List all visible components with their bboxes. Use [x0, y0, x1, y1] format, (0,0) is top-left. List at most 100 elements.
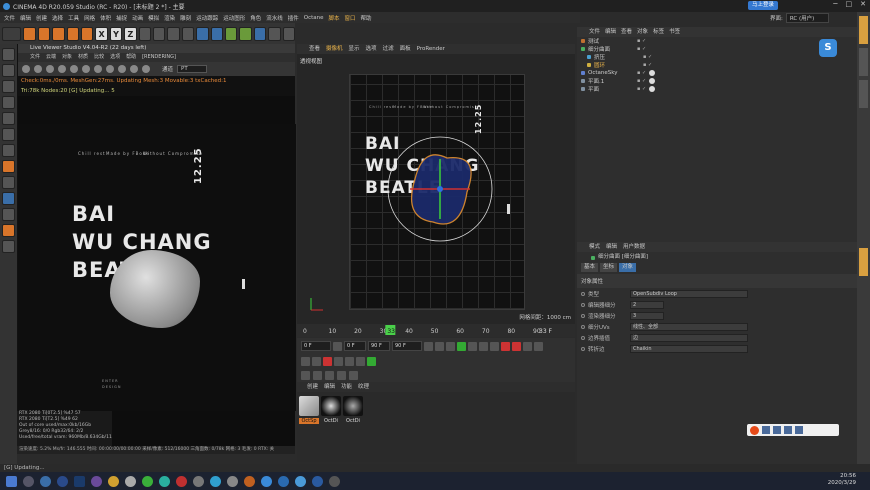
app-icon[interactable]	[261, 475, 272, 487]
object-name[interactable]: 测试	[588, 37, 628, 45]
quantize-icon[interactable]	[2, 224, 15, 237]
z-axis-button[interactable]: Z	[124, 26, 137, 41]
light-icon[interactable]	[282, 26, 296, 41]
menu-item[interactable]: 脚本	[329, 14, 340, 22]
live-viewer-menu-item[interactable]: 比较	[94, 53, 104, 62]
keyframe-selection-icon[interactable]	[523, 341, 532, 351]
menu-item[interactable]: 运动跟踪	[196, 14, 218, 22]
app-icon[interactable]	[40, 475, 51, 487]
attribute-subtab[interactable]: 基本	[581, 263, 599, 272]
object-menu-item[interactable]: 对象	[637, 27, 648, 37]
menu-item[interactable]: 动画	[132, 14, 143, 22]
live-viewer-menu-item[interactable]: [RENDERING]	[142, 53, 176, 62]
viewport-menu-item[interactable]: 面板	[400, 44, 411, 54]
app-icon[interactable]	[57, 475, 68, 487]
object-menu-item[interactable]: 标签	[653, 27, 664, 37]
attribute-value[interactable]: 线性、全部	[630, 322, 748, 331]
menu-item[interactable]: 创建	[36, 14, 47, 22]
polygons-mode-icon[interactable]	[2, 144, 15, 157]
attribute-radio-icon[interactable]	[581, 302, 585, 307]
visibility-toggles-icon[interactable]: ▪ ✓	[637, 46, 646, 52]
workplane-icon[interactable]	[2, 96, 15, 109]
material-tool-5-icon[interactable]	[349, 370, 358, 380]
hdr-icon[interactable]	[130, 65, 138, 73]
key-position-icon[interactable]	[534, 341, 543, 351]
attribute-value[interactable]: 边	[630, 333, 748, 342]
move-tool-icon[interactable]	[37, 26, 51, 41]
z-axis-handle[interactable]	[437, 186, 443, 192]
viewport-menu-item[interactable]: 摄像机	[326, 44, 343, 54]
side-tab[interactable]	[859, 48, 868, 76]
autokey-icon[interactable]	[512, 341, 521, 351]
object-row[interactable]: 测试 ▪ ✓	[577, 37, 857, 45]
app-icon[interactable]	[278, 475, 289, 487]
app-icon[interactable]	[295, 475, 306, 487]
menu-item[interactable]: 工具	[68, 14, 79, 22]
deformer-icon[interactable]	[253, 26, 267, 41]
model-mode-icon[interactable]	[2, 64, 15, 77]
tweak-icon[interactable]	[2, 176, 15, 189]
attribute-value[interactable]: Chaikin	[630, 344, 748, 353]
viewport-menu-item[interactable]: ProRender	[417, 44, 445, 54]
attribute-menu-item[interactable]: 编辑	[606, 242, 617, 252]
next-frame-icon[interactable]	[468, 341, 477, 351]
object-name[interactable]: 平面	[588, 85, 628, 93]
attribute-menu-item[interactable]: 用户数据	[623, 242, 645, 252]
live-viewer-menu-item[interactable]: 选项	[110, 53, 120, 62]
material-tool-1-icon[interactable]	[301, 370, 310, 380]
app-icon[interactable]	[159, 475, 170, 487]
menu-item[interactable]: 运动图形	[223, 14, 245, 22]
object-name[interactable]: OctaneSky	[588, 70, 628, 76]
attribute-value[interactable]: OpenSubdiv Loop	[630, 289, 748, 298]
object-row[interactable]: 平面 ▪ ✓	[577, 85, 857, 93]
ime-toolbar[interactable]	[747, 424, 839, 436]
ime-tool-icon[interactable]	[762, 426, 770, 434]
object-row[interactable]: 细分曲面 ▪ ✓	[577, 45, 857, 53]
grid-icon[interactable]	[2, 240, 15, 253]
restart-icon[interactable]	[22, 65, 30, 73]
settings-icon[interactable]	[94, 65, 102, 73]
material-swatch-2[interactable]	[321, 396, 341, 416]
material-menu-item[interactable]: 编辑	[324, 382, 335, 392]
menu-item[interactable]: 体积	[100, 14, 111, 22]
region-icon[interactable]	[82, 65, 90, 73]
menu-item[interactable]: 模拟	[148, 14, 159, 22]
material-tool-3-icon[interactable]	[325, 370, 334, 380]
coord-system-icon[interactable]	[138, 26, 151, 41]
refresh-icon[interactable]	[34, 65, 42, 73]
start-frame-field[interactable]: 0 F	[301, 341, 331, 351]
next-key-icon[interactable]	[479, 341, 488, 351]
material-tool-4-icon[interactable]	[337, 370, 346, 380]
menu-item[interactable]: 窗口	[345, 14, 356, 22]
frame-step-icon[interactable]	[333, 341, 342, 351]
app-icon[interactable]	[91, 475, 102, 487]
key-rotation-icon[interactable]	[301, 356, 310, 366]
object-row[interactable]: 平面.1 ▪ ✓	[577, 77, 857, 85]
timeline-settings-icon[interactable]	[356, 356, 365, 366]
scale-tool-icon[interactable]	[52, 26, 65, 41]
attribute-radio-icon[interactable]	[581, 335, 585, 340]
viewport-menu-item[interactable]: 查看	[309, 44, 320, 54]
material-swatch-3[interactable]	[343, 396, 363, 416]
gizmo-and-object[interactable]	[385, 134, 495, 244]
maximize-icon[interactable]: □	[846, 0, 853, 8]
menu-item[interactable]: 雕刻	[180, 14, 191, 22]
menu-item[interactable]: 流水线	[266, 14, 283, 22]
lock-icon[interactable]	[2, 208, 15, 221]
live-viewer-menu-item[interactable]: 对象	[62, 53, 72, 62]
ime-tool-icon[interactable]	[784, 426, 792, 434]
menu-item[interactable]: Octane	[304, 15, 324, 21]
tag-icon[interactable]	[649, 86, 656, 92]
layout-select[interactable]: RC (用户)	[785, 12, 830, 23]
attribute-menu-item[interactable]: 模式	[589, 242, 600, 252]
ime-tool-icon[interactable]	[795, 426, 803, 434]
material-menu-item[interactable]: 功能	[341, 382, 352, 392]
live-viewer-menu-item[interactable]: 帮助	[126, 53, 136, 62]
x-axis-button[interactable]: X	[95, 26, 108, 41]
timeline[interactable]: 0 10 20 30 33 40 50 60 70 80 90 33 F	[297, 324, 575, 337]
focus-icon[interactable]	[106, 65, 114, 73]
visibility-toggles-icon[interactable]: ▪ ✓	[637, 86, 646, 92]
chrome-icon[interactable]	[108, 475, 119, 487]
start-icon[interactable]	[6, 475, 17, 487]
recent-tool-icon[interactable]	[80, 26, 94, 41]
